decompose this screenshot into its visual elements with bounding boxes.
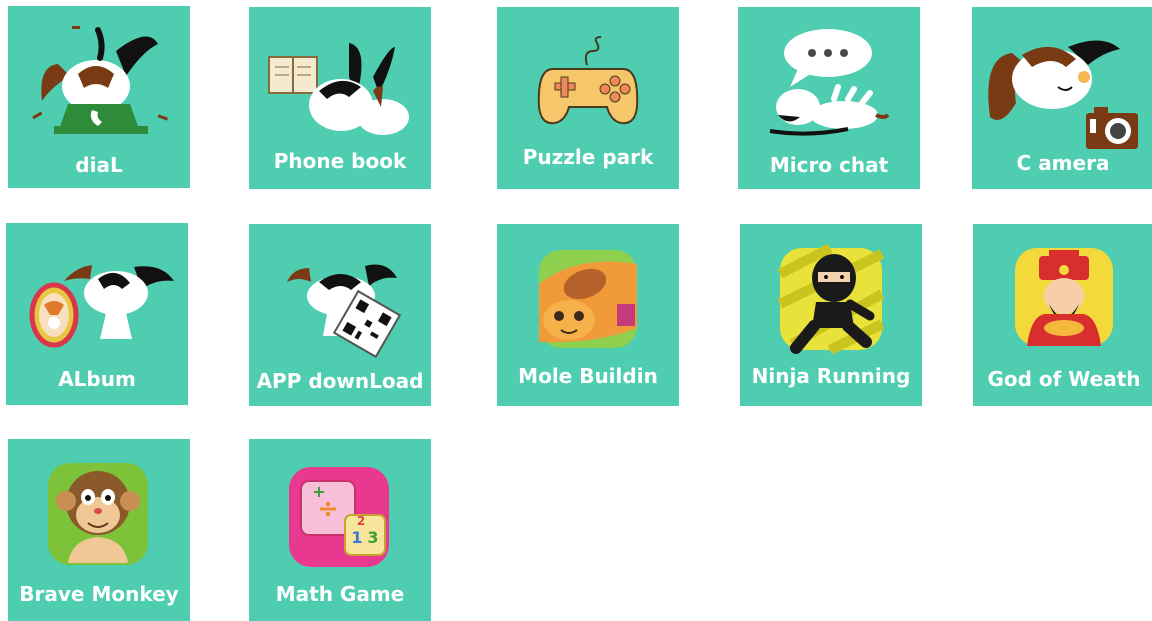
app-label: C amera: [1016, 151, 1110, 175]
dog-qrcode-icon: [287, 264, 402, 359]
app-label: Ninja Running: [751, 364, 911, 388]
svg-text:+: +: [312, 482, 325, 501]
app-label: Puzzle park: [522, 145, 654, 169]
app-tile-mole-buildin[interactable]: Mole Buildin: [497, 224, 679, 406]
gamepad-icon: [537, 36, 639, 125]
dog-chat-icon: [769, 29, 890, 136]
app-label: APP downLoad: [256, 369, 424, 393]
ninja-icon: [777, 243, 885, 355]
mole-game-icon: [539, 250, 637, 348]
app-label: Micro chat: [769, 153, 889, 177]
app-label: ALbum: [58, 367, 136, 391]
dog-album-icon: [29, 265, 174, 348]
app-label: Brave Monkey: [19, 582, 179, 606]
app-tile-puzzle-park[interactable]: Puzzle park: [497, 7, 679, 189]
wealth-god-icon: [1015, 248, 1113, 346]
app-label: Phone book: [273, 149, 407, 173]
app-tile-camera[interactable]: C amera: [972, 7, 1152, 189]
app-tile-album[interactable]: ALbum: [6, 223, 188, 405]
dog-camera-icon: [988, 40, 1138, 149]
app-label: Mole Buildin: [518, 364, 658, 388]
app-tile-phone-book[interactable]: Phone book: [249, 7, 431, 189]
svg-text:1: 1: [351, 528, 362, 547]
dog-phone-icon: [32, 26, 169, 134]
app-label: God of Weath: [987, 367, 1141, 391]
app-label: diaL: [75, 153, 123, 177]
monkey-icon: [48, 463, 148, 565]
app-tile-god-of-weath[interactable]: God of Weath: [973, 224, 1152, 406]
app-tile-dial[interactable]: diaL: [8, 6, 190, 188]
app-label: Math Game: [275, 582, 405, 606]
app-tile-ninja-running[interactable]: Ninja Running: [740, 224, 922, 406]
app-tile-micro-chat[interactable]: Micro chat: [738, 7, 920, 189]
math-dice-icon: ÷ + 1 3 2: [289, 467, 389, 567]
app-tile-math-game[interactable]: ÷ + 1 3 2 Math Game: [249, 439, 431, 621]
svg-text:3: 3: [367, 528, 378, 547]
dog-phonebook-icon: [268, 43, 409, 135]
svg-text:2: 2: [357, 514, 365, 528]
app-tile-app-download[interactable]: APP downLoad: [249, 224, 431, 406]
app-tile-brave-monkey[interactable]: Brave Monkey: [8, 439, 190, 621]
